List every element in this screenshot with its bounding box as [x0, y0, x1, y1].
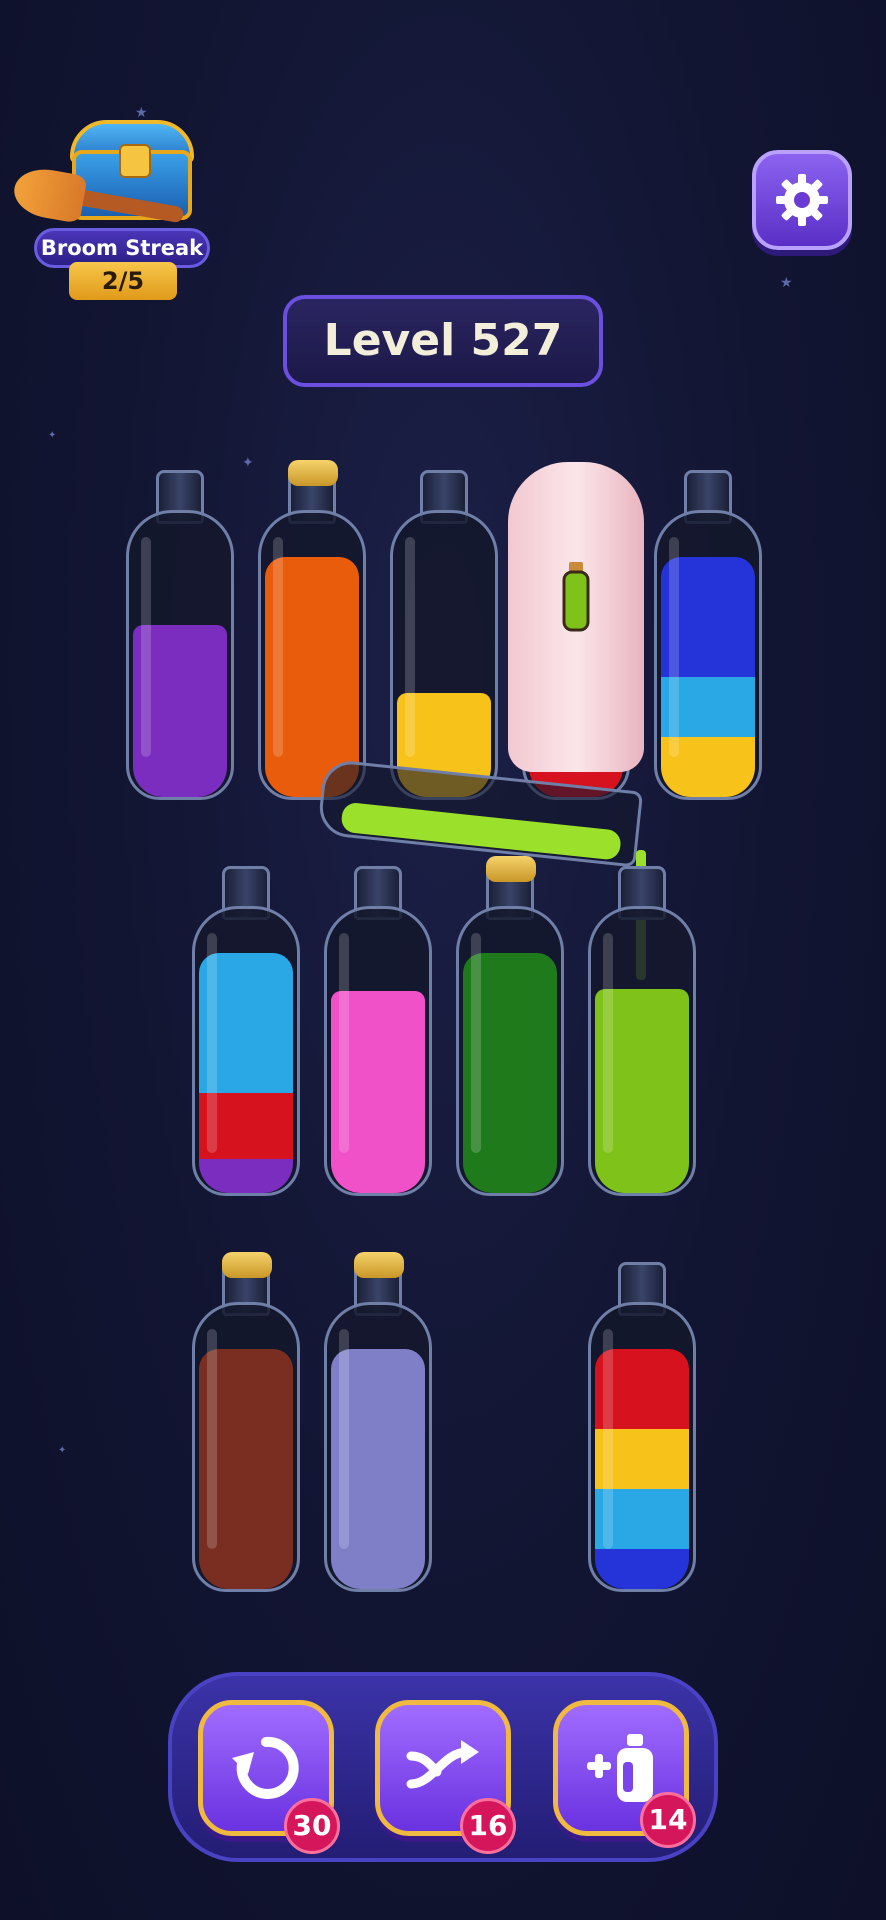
star-icon: ✦: [48, 430, 57, 441]
bottle-7[interactable]: [324, 866, 432, 1196]
bottle-10[interactable]: [192, 1252, 300, 1592]
lock-icon: [119, 144, 151, 178]
streak-count: 2/5: [69, 262, 177, 300]
bottle-3[interactable]: [390, 470, 498, 800]
undo-icon: [232, 1736, 299, 1799]
star-icon: ✦: [58, 1445, 67, 1456]
cork-icon: [486, 856, 536, 882]
bottle-8[interactable]: [456, 856, 564, 1196]
settings-button[interactable]: [752, 150, 852, 250]
star-icon: ★: [780, 275, 793, 291]
bottle-2[interactable]: [258, 460, 366, 800]
star-icon: ✦: [242, 455, 254, 471]
shuffle-icon: [406, 1740, 479, 1789]
bottle-1[interactable]: [126, 470, 234, 800]
bottle-6[interactable]: [192, 866, 300, 1196]
level-title: Level 527: [283, 295, 603, 387]
cloth-cover: [508, 462, 644, 772]
bottle-hint-icon: [562, 562, 590, 632]
bottle-5[interactable]: [654, 470, 762, 800]
undo-count-badge: 30: [284, 1798, 340, 1854]
bottle-9[interactable]: [588, 866, 696, 1196]
gear-icon: [776, 174, 828, 226]
cork-icon: [222, 1252, 272, 1278]
cork-icon: [354, 1252, 404, 1278]
bottle-12[interactable]: [588, 1262, 696, 1592]
broom-streak-widget[interactable]: Broom Streak 2/5: [10, 110, 214, 300]
bottle-11[interactable]: [324, 1252, 432, 1592]
add-bottle-icon: [587, 1734, 653, 1802]
shuffle-count-badge: 16: [460, 1798, 516, 1854]
cork-icon: [288, 460, 338, 486]
add-bottle-count-badge: 14: [640, 1792, 696, 1848]
